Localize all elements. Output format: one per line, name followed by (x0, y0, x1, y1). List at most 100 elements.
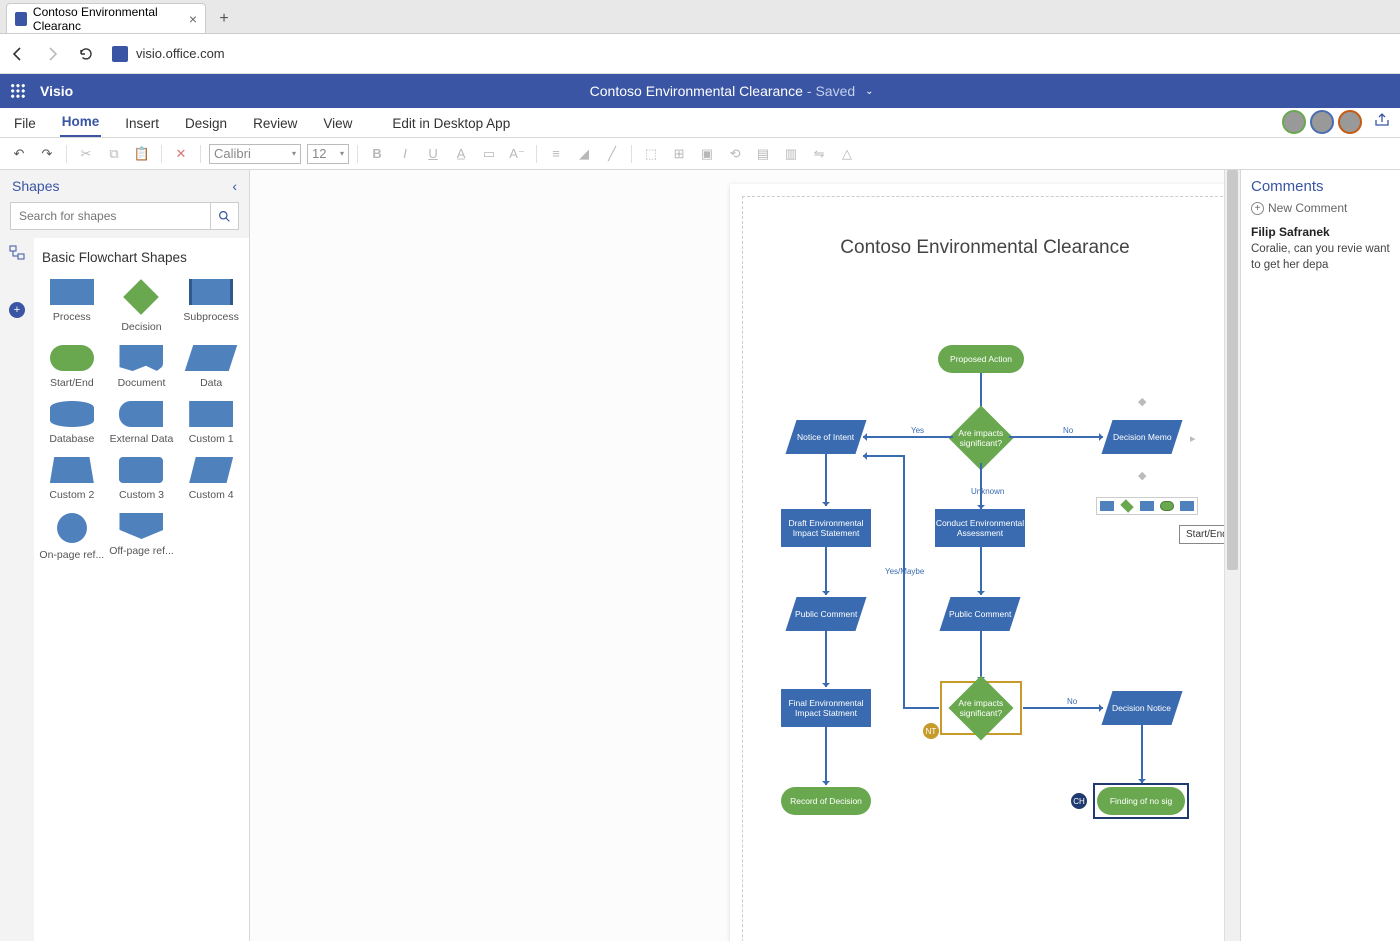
node-final-eis[interactable]: Final Environmental Impact Statment (781, 689, 871, 727)
bold-button[interactable]: B (366, 143, 388, 165)
italic-button[interactable]: I (394, 143, 416, 165)
connector[interactable] (903, 455, 905, 707)
connector[interactable] (1141, 725, 1143, 783)
tab-file[interactable]: File (12, 116, 38, 137)
new-comment-button[interactable]: +New Comment (1251, 201, 1390, 215)
avatar[interactable] (1310, 110, 1334, 134)
delete-button[interactable]: ✕ (170, 143, 192, 165)
shape-subproc[interactable]: Subprocess (177, 275, 245, 337)
connector[interactable] (863, 455, 903, 457)
connector[interactable] (980, 631, 982, 681)
canvas[interactable]: Contoso Environmental Clearance Proposed… (250, 170, 1240, 941)
avatar[interactable] (1338, 110, 1362, 134)
refresh-button[interactable] (78, 46, 94, 62)
node-notice-intent[interactable]: Notice of Intent (785, 420, 866, 454)
send-back-button[interactable]: ▥ (780, 143, 802, 165)
shape-c4[interactable]: Custom 4 (177, 453, 245, 505)
node-proposed-action[interactable]: Proposed Action (938, 345, 1024, 373)
tab-home[interactable]: Home (60, 114, 102, 137)
connector[interactable] (980, 463, 982, 509)
node-draft-eis[interactable]: Draft Environmental Impact Statement (781, 509, 871, 547)
undo-button[interactable]: ↶ (8, 143, 30, 165)
shape-data[interactable]: Data (177, 341, 245, 393)
shape-c1[interactable]: Custom 1 (177, 397, 245, 449)
connector[interactable] (825, 454, 827, 506)
shape-startend[interactable]: Start/End (38, 341, 106, 393)
connector[interactable] (1023, 707, 1103, 709)
tab-review[interactable]: Review (251, 116, 299, 137)
new-tab-button[interactable]: + (210, 5, 238, 33)
font-color-button[interactable]: A̲ (450, 143, 472, 165)
shape-process[interactable]: Process (38, 275, 106, 337)
shape-c3[interactable]: Custom 3 (108, 453, 176, 505)
scrollbar-thumb[interactable] (1227, 170, 1238, 570)
redo-button[interactable]: ↷ (36, 143, 58, 165)
comment-badge-nt[interactable]: NT (923, 723, 939, 739)
bring-front-button[interactable]: ▤ (752, 143, 774, 165)
paste-button[interactable]: 📋 (131, 143, 153, 165)
shape-database[interactable]: Database (38, 397, 106, 449)
connector[interactable] (863, 436, 953, 438)
drawing-page[interactable]: Contoso Environmental Clearance Proposed… (730, 184, 1240, 941)
connector[interactable] (903, 707, 939, 709)
more-button[interactable]: △ (836, 143, 858, 165)
autoconnect-arrow-icon[interactable]: ▸ (1190, 432, 1196, 445)
quick-shapes-minibar[interactable] (1096, 497, 1198, 515)
avatar[interactable] (1282, 110, 1306, 134)
copy-button[interactable]: ⧉ (103, 143, 125, 165)
font-name-select[interactable]: Calibri▾ (209, 144, 301, 164)
connector[interactable] (825, 631, 827, 687)
node-decision-notice[interactable]: Decision Notice (1101, 691, 1182, 725)
address-bar[interactable]: visio.office.com (112, 46, 1390, 62)
browser-tab[interactable]: Contoso Environmental Clearanc × (6, 3, 206, 33)
cut-button[interactable]: ✂ (75, 143, 97, 165)
mini-process-icon[interactable] (1100, 501, 1114, 511)
back-button[interactable] (10, 46, 26, 62)
forward-button[interactable] (44, 46, 60, 62)
edit-in-desktop[interactable]: Edit in Desktop App (390, 116, 512, 137)
vertical-scrollbar[interactable] (1224, 170, 1240, 941)
close-icon[interactable]: × (189, 11, 197, 27)
tab-design[interactable]: Design (183, 116, 229, 137)
comment-badge-ch[interactable]: CH (1071, 793, 1087, 809)
connector[interactable] (980, 547, 982, 595)
autoconnect-arrow-icon[interactable]: ◆ (1138, 395, 1146, 408)
line-button[interactable]: ╱ (601, 143, 623, 165)
autoconnect-arrow-icon[interactable]: ◆ (1138, 469, 1146, 482)
fill-button[interactable]: ◢ (573, 143, 595, 165)
node-conduct-ea[interactable]: Conduct Environmental Assessment (935, 509, 1025, 547)
mini-document-icon[interactable] (1180, 501, 1194, 511)
shape-extdata[interactable]: External Data (108, 397, 176, 449)
add-stencil-button[interactable]: + (9, 302, 25, 318)
shape-circle[interactable]: On-page ref... (38, 509, 106, 565)
app-launcher-icon[interactable] (10, 83, 26, 99)
align-button[interactable]: ≡ (545, 143, 567, 165)
shape-offpage[interactable]: Off-page ref... (108, 509, 176, 565)
collapse-panel-button[interactable]: ‹ (232, 178, 237, 194)
position-button[interactable]: ⊞ (668, 143, 690, 165)
clear-format-button[interactable]: A⁻ (506, 143, 528, 165)
node-finding[interactable]: Finding of no sig (1097, 787, 1185, 815)
node-decision-impacts[interactable]: Are impacts significant? (948, 405, 1013, 470)
highlight-button[interactable]: ▭ (478, 143, 500, 165)
tab-insert[interactable]: Insert (123, 116, 161, 137)
mini-decision-icon[interactable] (1120, 499, 1134, 513)
node-decision-memo[interactable]: Decision Memo (1101, 420, 1182, 454)
mini-startend-icon[interactable] (1160, 501, 1174, 511)
node-record-decision[interactable]: Record of Decision (781, 787, 871, 815)
node-public-comment-2[interactable]: Public Comment (939, 597, 1020, 631)
shape-doc[interactable]: Document (108, 341, 176, 393)
flip-button[interactable]: ⇋ (808, 143, 830, 165)
shape-decision[interactable]: Decision (108, 275, 176, 337)
rotate-button[interactable]: ⟲ (724, 143, 746, 165)
connector[interactable] (825, 547, 827, 595)
arrange-button[interactable]: ⬚ (640, 143, 662, 165)
share-icon[interactable] (1372, 110, 1392, 130)
font-size-select[interactable]: 12▾ (307, 144, 349, 164)
document-title[interactable]: Contoso Environmental Clearance - Saved … (590, 83, 874, 99)
shape-search-input[interactable] (11, 203, 210, 229)
connector[interactable] (825, 727, 827, 785)
group-button[interactable]: ▣ (696, 143, 718, 165)
comment-item[interactable]: Filip Safranek Coralie, can you revie wa… (1251, 225, 1390, 273)
shape-c2[interactable]: Custom 2 (38, 453, 106, 505)
